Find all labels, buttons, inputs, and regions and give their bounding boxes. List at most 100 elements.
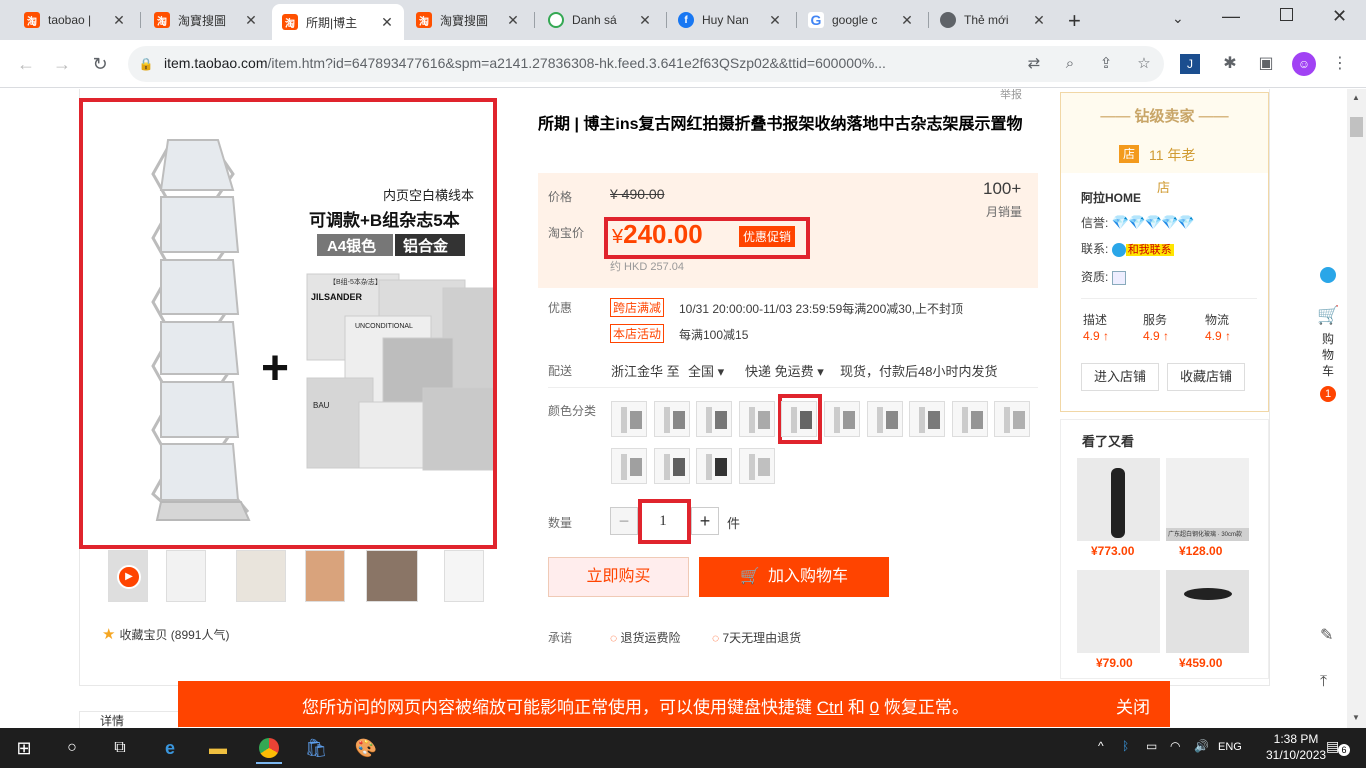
tab-google[interactable]: G google c ✕ bbox=[798, 4, 924, 36]
share-icon[interactable]: ⇪ bbox=[1096, 54, 1116, 74]
delivery-destination-dropdown[interactable]: 全国 ▾ bbox=[688, 361, 724, 380]
volume-icon[interactable]: 🔊 bbox=[1194, 739, 1209, 753]
details-tab[interactable]: 详情 bbox=[79, 711, 179, 728]
quantity-input[interactable]: 1 bbox=[643, 513, 683, 530]
lock-icon[interactable]: 🔒 bbox=[136, 54, 156, 74]
contact-seller-button[interactable]: 和我联系 bbox=[1125, 244, 1174, 256]
extensions-puzzle-icon[interactable]: ✱ bbox=[1218, 52, 1242, 76]
thumbnail-video[interactable]: ▶ bbox=[108, 550, 148, 602]
chat-icon[interactable] bbox=[1320, 267, 1336, 283]
favorite-item-link[interactable]: ★ 收藏宝贝 (8991人气) bbox=[102, 625, 229, 643]
tab-taobao[interactable]: 淘 taobao | ✕ bbox=[14, 4, 136, 36]
color-swatch[interactable] bbox=[654, 401, 690, 437]
close-icon[interactable]: ✕ bbox=[1032, 13, 1046, 27]
cross-store-coupon-badge[interactable]: 跨店满减 bbox=[610, 298, 665, 317]
rec-item-image[interactable]: 广东超白钢化玻璃 · 30cm款 bbox=[1166, 458, 1249, 541]
reload-icon[interactable]: ↻ bbox=[88, 52, 112, 76]
restore-icon[interactable] bbox=[1280, 8, 1293, 21]
thumbnail[interactable] bbox=[236, 550, 286, 602]
windows-start-icon[interactable]: ⊞ bbox=[12, 736, 36, 760]
translate-icon[interactable]: ⇄ bbox=[1024, 54, 1044, 74]
quantity-increase-button[interactable]: + bbox=[691, 507, 719, 535]
color-swatch[interactable] bbox=[994, 401, 1030, 437]
url-field[interactable]: 🔒 item.taobao.com/item.htm?id=6478934776… bbox=[128, 46, 1164, 82]
close-icon[interactable]: ✕ bbox=[244, 13, 258, 27]
thumbnail[interactable] bbox=[166, 550, 206, 602]
scroll-down-icon[interactable]: ▼ bbox=[1352, 713, 1360, 722]
close-icon[interactable]: ✕ bbox=[380, 15, 394, 29]
profile-avatar[interactable]: ☺ bbox=[1292, 52, 1316, 76]
tab-new-tab[interactable]: Thẻ mới ✕ bbox=[930, 4, 1056, 36]
tab-facebook[interactable]: f Huy Nan ✕ bbox=[668, 4, 792, 36]
color-swatch[interactable] bbox=[824, 401, 860, 437]
shipping-method-dropdown[interactable]: 快递 免运费 ▾ bbox=[745, 361, 824, 380]
tray-chevron-icon[interactable]: ^ bbox=[1098, 739, 1104, 753]
rec-item-price[interactable]: ¥773.00 bbox=[1091, 544, 1134, 558]
color-swatch[interactable] bbox=[739, 401, 775, 437]
window-close-icon[interactable]: ✕ bbox=[1332, 6, 1347, 27]
close-icon[interactable]: ✕ bbox=[506, 13, 520, 27]
color-swatch[interactable] bbox=[739, 448, 775, 484]
chrome-taskbar-icon[interactable] bbox=[256, 732, 282, 764]
minimize-icon[interactable]: — bbox=[1222, 6, 1240, 27]
scroll-up-icon[interactable]: ▲ bbox=[1352, 93, 1360, 102]
wifi-icon[interactable]: ◠ bbox=[1170, 739, 1180, 753]
forward-icon[interactable]: → bbox=[50, 52, 74, 76]
color-swatch[interactable] bbox=[611, 401, 647, 437]
bluetooth-icon[interactable]: ᛒ bbox=[1122, 739, 1129, 753]
rec-item-price[interactable]: ¥459.00 bbox=[1179, 656, 1222, 670]
new-tab-icon[interactable]: + bbox=[1068, 8, 1081, 34]
tab-taobao-image-search-2[interactable]: 淘 淘寶搜圖 ✕ bbox=[406, 4, 530, 36]
notification-icon[interactable]: ▤ bbox=[1326, 738, 1339, 755]
rec-item-price[interactable]: ¥128.00 bbox=[1179, 544, 1222, 558]
back-icon[interactable]: ← bbox=[14, 52, 38, 76]
back-to-top-icon[interactable]: ⤒ bbox=[1320, 673, 1327, 691]
close-icon[interactable]: ✕ bbox=[900, 13, 914, 27]
color-swatch[interactable] bbox=[611, 448, 647, 484]
rec-item-image[interactable] bbox=[1077, 570, 1160, 653]
chat-icon[interactable] bbox=[1111, 242, 1126, 257]
rec-item-price[interactable]: ¥79.00 bbox=[1096, 656, 1133, 670]
add-to-cart-button[interactable]: 🛒 加入购物车 bbox=[699, 557, 889, 597]
tab-sheets[interactable]: Danh sá ✕ bbox=[538, 4, 662, 36]
language-indicator[interactable]: ENG bbox=[1218, 741, 1242, 753]
task-view-icon[interactable]: ⧉ bbox=[108, 736, 132, 760]
scroll-thumb[interactable] bbox=[1350, 117, 1363, 137]
thumbnail[interactable] bbox=[366, 550, 418, 602]
battery-icon[interactable]: ▭ bbox=[1146, 739, 1157, 753]
color-swatch[interactable] bbox=[696, 448, 732, 484]
side-panel-icon[interactable]: ▣ bbox=[1254, 52, 1278, 76]
tab-taobao-image-search[interactable]: 淘 淘寶搜圖 ✕ bbox=[144, 4, 268, 36]
thumbnail[interactable] bbox=[305, 550, 345, 602]
quantity-decrease-button[interactable]: − bbox=[610, 507, 638, 535]
favorite-shop-button[interactable]: 收藏店铺 bbox=[1167, 363, 1245, 391]
file-explorer-icon[interactable]: ▬ bbox=[206, 736, 230, 760]
main-product-image[interactable]: + 内页空白横线本 可调款+B组杂志5本 A4银色 铝合金 【B组-5本杂志】 … bbox=[79, 98, 497, 549]
extension-icon[interactable]: J bbox=[1180, 54, 1200, 74]
thumbnail[interactable] bbox=[444, 550, 484, 602]
close-icon[interactable]: ✕ bbox=[638, 13, 652, 27]
search-icon[interactable]: ○ bbox=[60, 736, 84, 760]
zoom-icon[interactable]: ⌕ bbox=[1060, 54, 1080, 74]
color-swatch[interactable] bbox=[654, 448, 690, 484]
page-scrollbar[interactable]: ▲ ▼ bbox=[1347, 89, 1366, 728]
close-icon[interactable]: ✕ bbox=[112, 13, 126, 27]
enter-shop-button[interactable]: 进入店铺 bbox=[1081, 363, 1159, 391]
clock[interactable]: 1:38 PM 31/10/2023 bbox=[1266, 731, 1326, 763]
cart-label[interactable]: 购物车 bbox=[1322, 331, 1336, 379]
color-swatch[interactable] bbox=[867, 401, 903, 437]
rec-item-image[interactable] bbox=[1166, 570, 1249, 653]
store-icon[interactable]: 🛍 bbox=[304, 736, 328, 760]
feedback-pencil-icon[interactable]: ✎ bbox=[1320, 625, 1333, 645]
report-link[interactable]: 举报 bbox=[1000, 89, 1022, 102]
cart-icon[interactable]: 🛒 bbox=[1317, 305, 1339, 326]
tab-product-active[interactable]: 淘 所期|博主 ✕ bbox=[272, 4, 404, 40]
rec-item-image[interactable] bbox=[1077, 458, 1160, 541]
close-icon[interactable]: ✕ bbox=[768, 13, 782, 27]
edge-icon[interactable]: e bbox=[158, 736, 182, 760]
banner-close-button[interactable]: 关闭 bbox=[1116, 693, 1150, 718]
store-promo-badge[interactable]: 本店活动 bbox=[610, 324, 665, 343]
color-swatch[interactable] bbox=[696, 401, 732, 437]
shop-name[interactable]: 阿拉HOME bbox=[1081, 189, 1141, 206]
color-swatch[interactable] bbox=[909, 401, 945, 437]
